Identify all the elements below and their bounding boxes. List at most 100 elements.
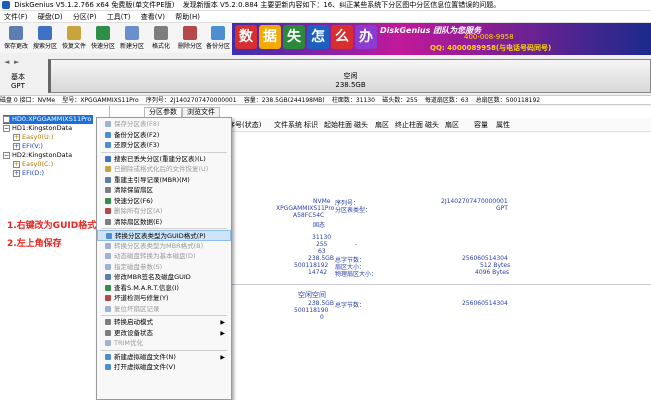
menu-item-label: 查看S.M.A.R.T.信息(I) (114, 283, 179, 292)
disk-next-arrow-icon[interactable]: ► (14, 58, 19, 66)
ad-banner[interactable]: 数 据 失 怎 么 办 DiskGenius 团队为您服务 400-008-99… (232, 23, 651, 55)
col-header[interactable]: 标识 (304, 120, 318, 130)
context-menu-item[interactable]: 复位坏扇区记录 (97, 304, 231, 315)
context-menu-item[interactable]: 修改MBR签名及磁盘GUID (97, 272, 231, 283)
segment-name: 空闲 (343, 72, 358, 80)
recover-file-button[interactable]: 恢复文件 (60, 25, 88, 52)
context-menu-item[interactable]: 新建虚拟磁盘文件(N) ▶ (97, 352, 231, 363)
disk-info-item: 型号：XPGGAMMIXS11Pro (62, 97, 139, 104)
collapse-icon[interactable]: − (3, 124, 10, 132)
col-header[interactable]: 序号(状态) (228, 120, 261, 130)
format-button[interactable]: 格式化 (147, 25, 175, 52)
col-header[interactable]: 起始柱面 (324, 120, 352, 130)
col-header[interactable]: 扇区 (445, 120, 459, 130)
disk-info-item: 磁盘 0 接口：NVMe (0, 97, 56, 104)
menu-item-label: 还原分区表(F3) (114, 141, 160, 149)
col-header[interactable]: 扇区 (375, 120, 389, 130)
menu-view[interactable]: 查看(V) (137, 11, 169, 23)
disk-info-line: 磁盘 0 接口：NVMe 型号：XPGGAMMIXS11Pro 序列号：2J14… (0, 95, 651, 105)
menu-item-label: 更改设备状态 (114, 328, 153, 337)
expand-icon[interactable]: + (13, 169, 20, 177)
context-menu-item[interactable]: 转换分区表类型为GUID格式(P) (97, 230, 231, 241)
expand-icon[interactable]: + (13, 133, 20, 141)
menu-item-label: 保存分区表(F8) (114, 120, 160, 128)
expand-icon[interactable]: + (13, 142, 20, 150)
menu-item-icon (105, 295, 111, 301)
tree-node-hd2[interactable]: − HD2:KingstonData (3, 151, 72, 160)
context-menu-item[interactable]: 打开虚拟磁盘文件(V) (97, 362, 231, 373)
col-header[interactable]: 属性 (496, 120, 510, 130)
tree-node-part[interactable]: + Easy0(C:) (13, 160, 53, 169)
menu-item-icon (105, 155, 111, 162)
menu-help[interactable]: 帮助(H) (171, 11, 204, 23)
tree-node-hd1[interactable]: − HD1:KingstonData (3, 124, 72, 133)
partition-table-type-label: 分区表类型： (335, 207, 372, 214)
menu-item-icon (105, 263, 111, 270)
menu-separator (101, 151, 227, 153)
heads-value: 255 (316, 241, 328, 248)
menu-item-icon (105, 253, 111, 259)
tree-node-part[interactable]: + EFI(V:) (13, 142, 43, 151)
menu-tools[interactable]: 工具(T) (103, 11, 135, 23)
context-menu-item[interactable]: 备份分区表(F2) (97, 130, 231, 141)
col-header[interactable]: 终止柱面 (395, 120, 423, 130)
menu-item-icon (105, 176, 111, 183)
col-header[interactable]: 容量 (474, 120, 488, 130)
context-menu-item[interactable]: 清除保留扇区 (97, 185, 231, 196)
disk-prev-arrow-icon[interactable]: ◄ (4, 58, 9, 66)
context-menu-item[interactable]: 更改设备状态 ▶ (97, 328, 231, 339)
tree-node-hd0[interactable]: − HD0:XPGGAMMIXS11Pro (3, 115, 93, 124)
collapse-icon[interactable]: − (3, 151, 10, 159)
context-menu-item[interactable]: 坏道检测与修复(Y) (97, 293, 231, 304)
menu-item-label: 新建虚拟磁盘文件(N) (114, 352, 176, 361)
search-partition-button[interactable]: 搜索分区 (31, 25, 59, 52)
context-menu-item[interactable]: 查看S.M.A.R.T.信息(I) (97, 283, 231, 294)
guid-value: A58FC54C (293, 212, 325, 219)
context-menu-item[interactable]: 快速分区(F6) (97, 196, 231, 207)
context-menu-item[interactable]: 清除扇区数据(E) (97, 217, 231, 228)
expand-icon[interactable]: + (13, 160, 20, 168)
menu-item-icon (105, 218, 111, 225)
disk-info-item: 序列号：2J1402707470000001 (145, 97, 237, 104)
window-title: DiskGenius V5.1.2.766 x64 免费版(单文件PE版) (14, 1, 175, 9)
menu-item-label: 已删除或格式化后的文件恢复(U) (114, 165, 209, 173)
collapse-icon[interactable]: − (3, 115, 10, 123)
col-header[interactable]: 文件系统 (274, 120, 302, 130)
partition-table-type-value: GPT (496, 205, 508, 212)
menu-file[interactable]: 文件(F) (0, 11, 32, 23)
context-menu-item[interactable]: 指定磁盘参数(S) (97, 262, 231, 273)
tree-node-part[interactable]: + Easy0(U:) (13, 133, 53, 142)
context-menu-item[interactable]: 保存分区表(F8) (97, 119, 231, 130)
col-header[interactable]: 磁头 (425, 120, 439, 130)
banner-tile: 失 (283, 25, 305, 49)
menu-item-label: 备份分区表(F2) (114, 130, 160, 139)
banner-tile: 么 (331, 25, 353, 49)
tab-partition-params[interactable]: 分区参数 (144, 107, 182, 117)
menu-disk[interactable]: 硬盘(D) (34, 11, 67, 23)
tree-label: HD1:KingstonData (12, 124, 73, 132)
context-menu-item[interactable]: 删除所有分区(A) (97, 206, 231, 217)
context-menu-item[interactable]: 已删除或格式化后的文件恢复(U) (97, 164, 231, 175)
context-menu-item[interactable]: 还原分区表(F3) (97, 140, 231, 151)
backup-partition-button[interactable]: 备份分区 (204, 25, 232, 52)
context-menu-item[interactable]: 转换启动模式 ▶ (97, 317, 231, 328)
menu-item-icon (105, 166, 111, 172)
save-changes-button[interactable]: 保存更改 (2, 25, 30, 52)
context-menu-item[interactable]: 动态磁盘转换为基本磁盘(D) (97, 251, 231, 262)
new-partition-button[interactable]: 新建分区 (118, 25, 146, 52)
menu-separator (101, 228, 227, 229)
context-menu-item[interactable]: 重建主引导记录(MBR)(M) (97, 175, 231, 186)
tab-browse-files[interactable]: 浏览文件 (182, 107, 220, 117)
menu-item-label: 删除所有分区(A) (114, 207, 163, 215)
tree-node-part[interactable]: + EFI(D:) (13, 169, 44, 178)
tree-label: HD0:XPGGAMMIXS11Pro (12, 115, 92, 123)
update-notice[interactable]: 发现新版本 V5.2.0.884 主要更新内容如下：16、纠正某些系统下分区图中… (183, 1, 501, 9)
quick-partition-button[interactable]: 快速分区 (89, 25, 117, 52)
capacity-value: 238.5GB (308, 255, 334, 262)
menu-partition[interactable]: 分区(P) (69, 11, 101, 23)
col-header[interactable]: 磁头 (354, 120, 368, 130)
context-menu-item[interactable]: 搜索已丢失分区(重建分区表)(L) (97, 154, 231, 165)
context-menu-item[interactable]: TRIM优化 (97, 338, 231, 349)
free-space-segment[interactable]: 空闲 238.5GB (48, 59, 651, 93)
context-menu-item[interactable]: 转换分区表类型为MBR格式(B) (97, 241, 231, 252)
